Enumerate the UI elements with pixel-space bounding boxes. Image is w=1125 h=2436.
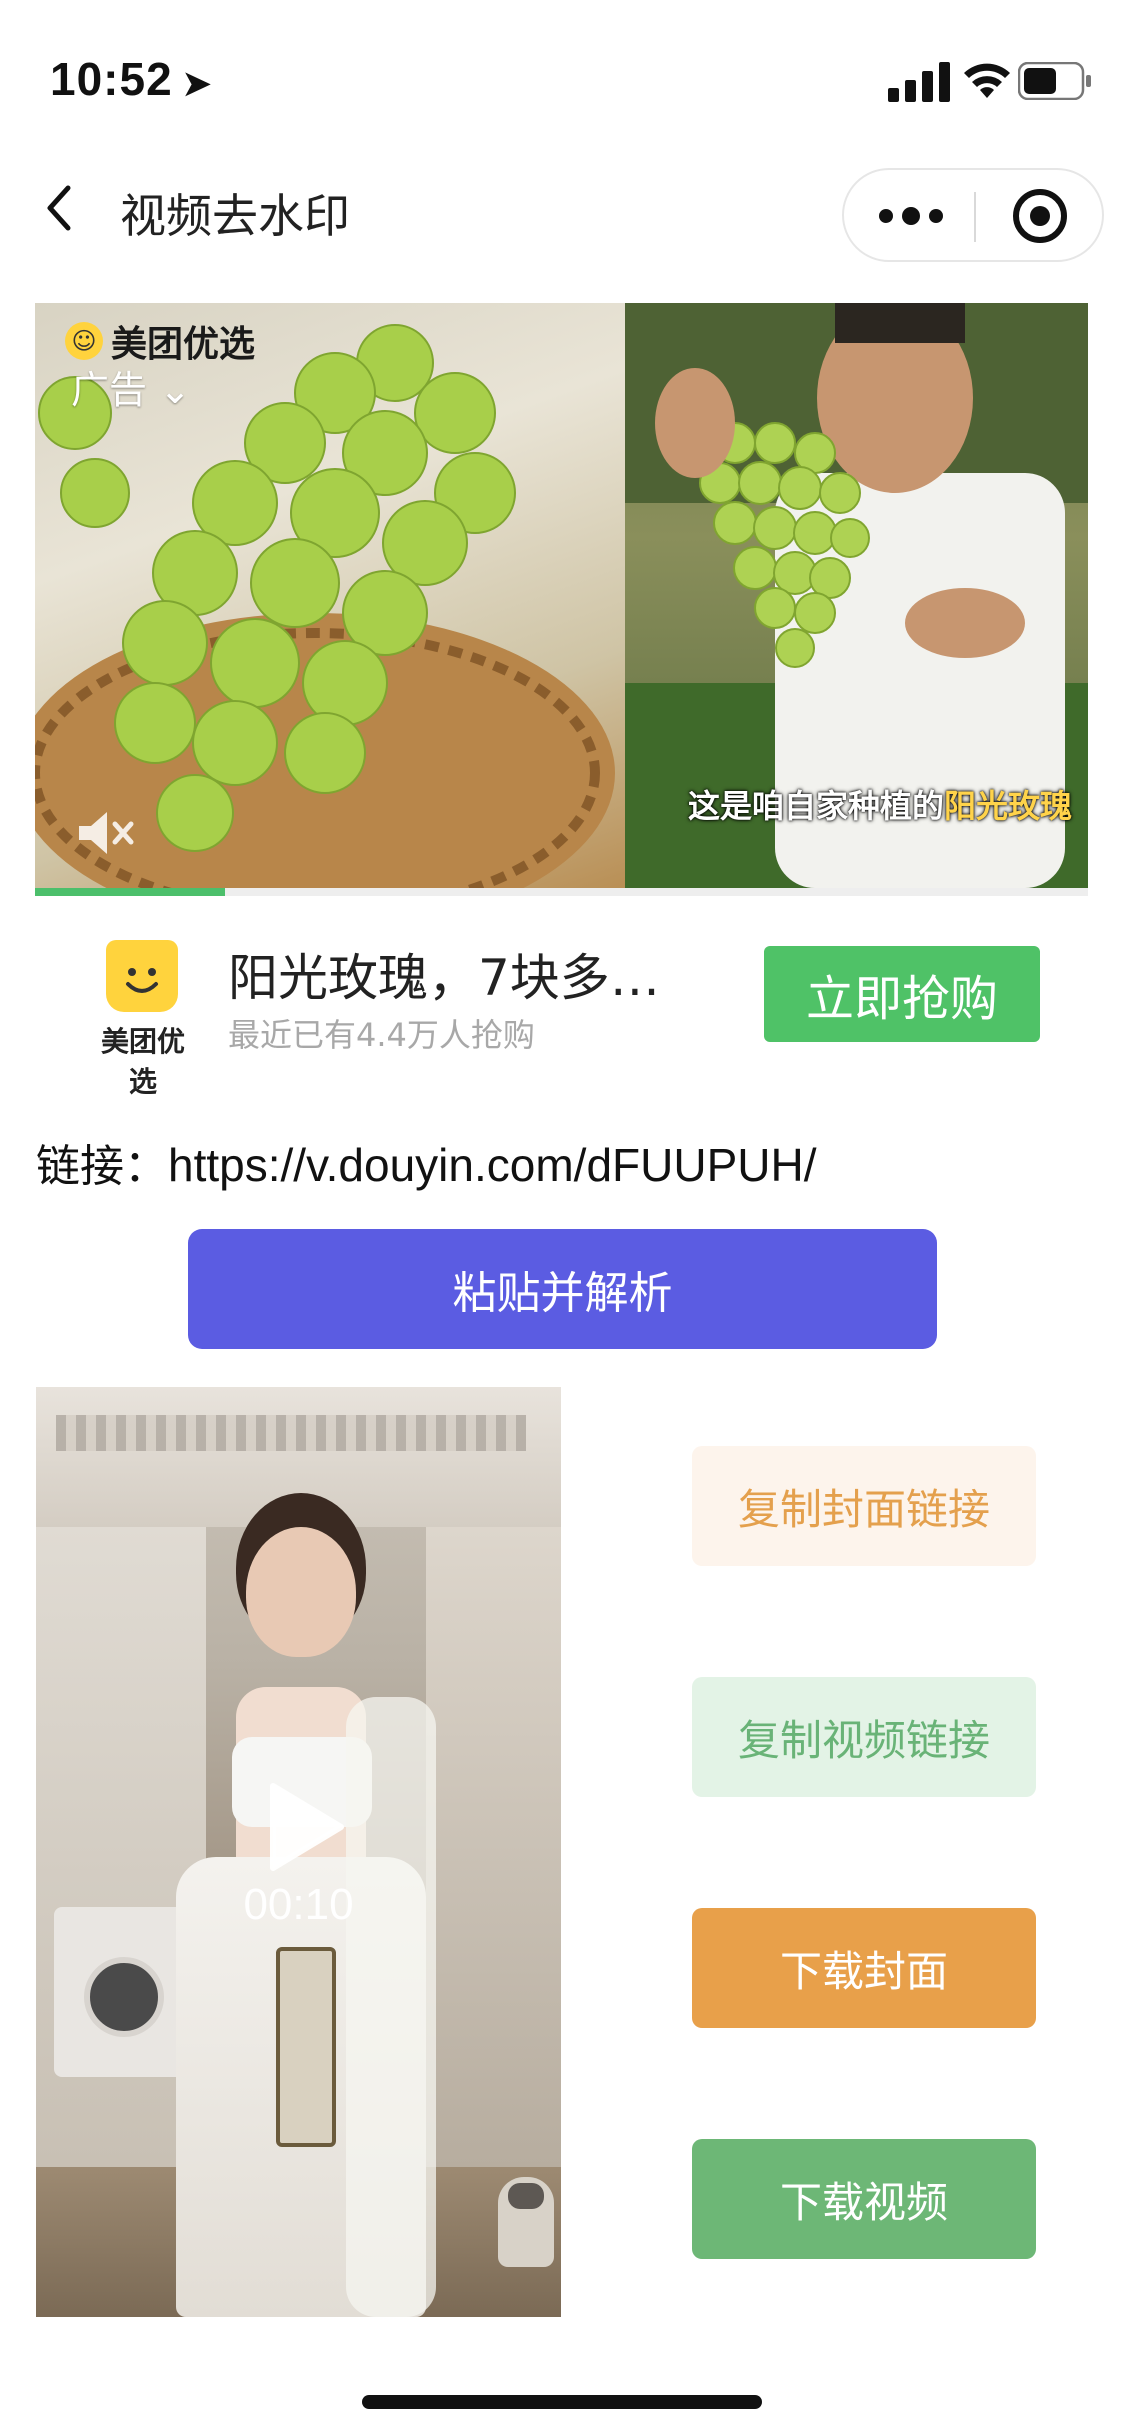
link-label: 链接：	[36, 1141, 168, 1192]
ad-logo-text: 美团优选	[100, 1025, 185, 1098]
video-duration: 00:10	[243, 1880, 354, 1929]
download-cover-button[interactable]: 下载封面	[692, 1908, 1036, 2028]
back-button[interactable]	[40, 182, 80, 234]
ad-subtext: 最近已有4.4万人抢购	[228, 1016, 535, 1054]
ad-video-caption: 这是咱自家种植的阳光玫瑰	[687, 787, 1072, 825]
location-arrow-icon: ➤	[182, 65, 213, 103]
paste-and-parse-button[interactable]: 粘贴并解析	[188, 1229, 937, 1349]
meituan-bag-logo-icon	[106, 940, 178, 1012]
buy-now-button[interactable]: 立即抢购	[764, 946, 1040, 1042]
copy-video-link-button[interactable]: 复制视频链接	[692, 1677, 1036, 1797]
ad-brand-logo[interactable]: 美团优选	[88, 940, 198, 1098]
capsule-divider	[974, 192, 976, 242]
ad-label[interactable]: 广告 ⌄	[71, 359, 191, 414]
home-indicator[interactable]	[362, 2395, 762, 2409]
more-dots-icon[interactable]	[876, 190, 946, 242]
ad-grape-basket-image: ☺ 美团优选 广告 ⌄	[35, 303, 625, 888]
wifi-icon	[964, 63, 1010, 98]
battery-icon	[1018, 62, 1091, 100]
download-video-button[interactable]: 下载视频	[692, 2139, 1036, 2259]
page-title: 视频去水印	[120, 189, 350, 243]
mini-program-capsule	[842, 168, 1104, 262]
ad-banner[interactable]: ☺ 美团优选 广告 ⌄ 这是咱自家种植的阳光玫瑰	[35, 303, 1088, 888]
link-line: 链接：https://v.douyin.com/dFUUPUH/	[36, 1130, 816, 1194]
ad-farmer-image: 这是咱自家种植的阳光玫瑰	[625, 303, 1088, 888]
ad-headline[interactable]: 阳光玫瑰，7块多买…	[228, 938, 708, 1010]
smile-logo-icon: ☺	[65, 322, 103, 360]
copy-cover-link-button[interactable]: 复制封面链接	[692, 1446, 1036, 1566]
link-url[interactable]: https://v.douyin.com/dFUUPUH/	[168, 1139, 816, 1191]
video-preview[interactable]: 00:10	[36, 1387, 561, 2317]
cat	[498, 2177, 554, 2267]
play-icon[interactable]	[265, 1782, 345, 1872]
status-time: 10:52 ➤	[50, 53, 213, 105]
mute-icon[interactable]	[75, 808, 135, 858]
cellular-signal-icon	[888, 62, 950, 102]
target-circle-icon[interactable]	[1012, 188, 1068, 244]
ad-progress-fill	[35, 888, 225, 896]
ad-progress-bar	[35, 888, 1088, 896]
